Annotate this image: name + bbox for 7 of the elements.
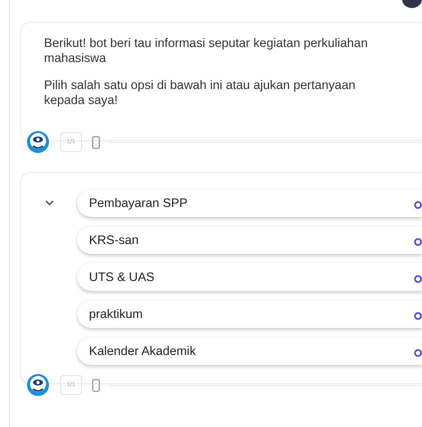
option-button[interactable]: Pembayaran SPP — [77, 189, 422, 217]
option-button[interactable]: Kalender Akademik — [77, 337, 422, 365]
option-button[interactable]: praktikum — [77, 300, 422, 328]
option-button[interactable]: KRS-san — [77, 226, 422, 254]
option-button[interactable]: UTS & UAS — [77, 263, 422, 291]
message-text: Berikut! bot beri tau informasi seputar kegiatan perkuliahan mahasiswa — [44, 36, 369, 66]
message-text: Pilih salah satu opsi di bawah ini atau ajukan pertanyaan kepada saya! — [44, 78, 356, 108]
